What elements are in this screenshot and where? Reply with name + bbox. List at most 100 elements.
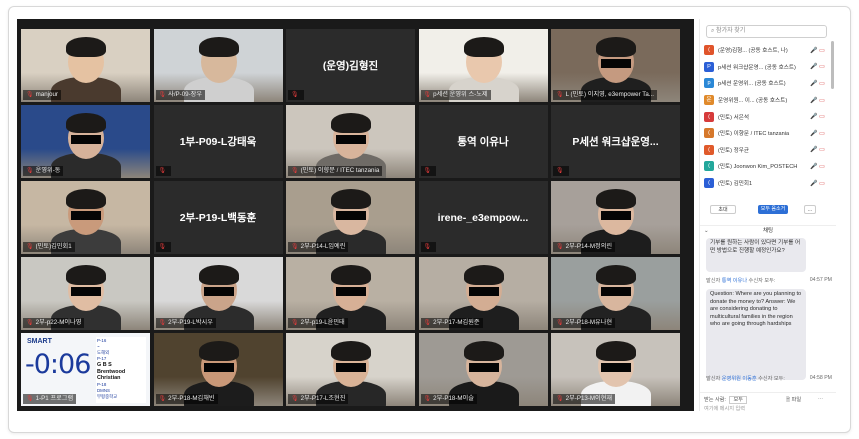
- sender-name[interactable]: 통역 이유나: [722, 278, 747, 284]
- participant-hair: [331, 265, 371, 285]
- video-tile[interactable]: 🎙 2부-P18-M이슬: [418, 333, 548, 406]
- participant-row[interactable]: ((민토) 서은석 🎤 ▭: [704, 108, 826, 125]
- participant-search-input[interactable]: ⌕ 참가자 찾기: [706, 25, 827, 38]
- video-tile[interactable]: 🎙 2부-P18-M유나현: [551, 257, 680, 330]
- participant-hair: [331, 341, 371, 361]
- participant-row[interactable]: ((민토) 이향문 / ITEC tanzania 🎤 ▭: [704, 125, 826, 142]
- video-tile[interactable]: 🎙 (민토)김민회1: [21, 181, 150, 254]
- invite-button[interactable]: 초대: [710, 205, 736, 214]
- tile-caption: 🎙: [155, 166, 172, 176]
- camera-off-icon[interactable]: ▭: [818, 163, 826, 170]
- video-tile[interactable]: 🎙 사/P-09-장우: [153, 29, 283, 102]
- video-tile[interactable]: 1부-P09-L강태욱 🎙: [153, 105, 283, 178]
- participant-row[interactable]: ((운영)김형... (공동 호스트, 나) 🎤 ▭: [704, 42, 826, 59]
- video-tile[interactable]: (운영)김형진 🎙: [286, 29, 415, 102]
- video-tile[interactable]: 🎙 2부-P14-L임예린: [286, 181, 415, 254]
- participant-row[interactable]: p p세션 운영위... (공동 호스트) 🎤 ▭: [704, 75, 826, 92]
- video-tile[interactable]: 🎙 2부-P13-M이현재: [551, 333, 680, 406]
- participant-hair: [331, 113, 371, 133]
- video-tile[interactable]: 🎙 L (민토) 이지영, e3empower Ta...: [551, 29, 680, 102]
- participant-name: (민토) 이향문 / ITEC tanzania: [718, 131, 790, 138]
- mic-muted-icon[interactable]: 🎤: [810, 130, 818, 137]
- to-selector[interactable]: 받는 사람: 모두: [704, 396, 747, 404]
- mic-muted-icon[interactable]: 🎤: [810, 47, 818, 54]
- more-options-button[interactable]: ...: [804, 205, 816, 214]
- video-tile[interactable]: 🎙 2부-p19-L윤민태: [286, 257, 415, 330]
- message-time: 04:57 PM: [809, 277, 832, 283]
- tile-caption: 🎙 (민토)김민회1: [23, 242, 75, 252]
- video-tile[interactable]: 🎙 2부-P14-M정의린: [551, 181, 680, 254]
- chat-more-button[interactable]: ⋯: [818, 396, 823, 402]
- video-tile[interactable]: 🎙 manjour: [21, 29, 150, 102]
- participant-row[interactable]: ((민토) 김민회1 🎤 ▭: [704, 175, 826, 192]
- chat-title: 채팅: [762, 228, 774, 234]
- mic-muted-icon: 🎙: [423, 92, 432, 98]
- video-tile[interactable]: 🎙 p세션 운영위 스-노제: [418, 29, 548, 102]
- mic-muted-icon[interactable]: 🎤: [810, 80, 818, 87]
- participant-name: (민토) Joonwon Kim_POSTECH: [718, 164, 798, 171]
- camera-off-icon[interactable]: ▭: [818, 180, 826, 187]
- camera-off-icon[interactable]: ▭: [818, 47, 826, 54]
- video-tile[interactable]: 🎙 2부-P18-M김채빈: [153, 333, 283, 406]
- tile-caption: 🎙: [420, 166, 437, 176]
- tile-caption: 🎙 2부-P17-L조현진: [288, 394, 349, 404]
- tile-caption: 🎙 2부-P13-M이현재: [553, 394, 616, 404]
- participant-row[interactable]: ((민토) Joonwon Kim_POSTECH 🎤 ▭: [704, 158, 826, 175]
- participant-row[interactable]: ( (민토) 정우균 🎤 ▭: [704, 142, 826, 159]
- video-tile[interactable]: 2부-P19-L백동훈 🎙: [153, 181, 283, 254]
- video-tile[interactable]: 🎙 2부-P17-L조현진: [286, 333, 415, 406]
- tile-name-label: 2부-P19-L박시우: [168, 319, 213, 326]
- tile-caption: 🎙 2부-P18-M이슬: [420, 394, 477, 404]
- video-tile[interactable]: 🎙 2부-P17-M김원준: [418, 257, 548, 330]
- participant-name: (민토) 정우균: [718, 147, 750, 154]
- file-button[interactable]: 🗎 파일: [786, 396, 801, 405]
- avatar: (: [704, 111, 714, 122]
- chevron-down-icon[interactable]: ⌄: [704, 226, 709, 237]
- participant-hair: [66, 37, 106, 57]
- camera-off-icon[interactable]: ▭: [818, 80, 826, 87]
- camera-off-icon[interactable]: ▭: [818, 130, 826, 137]
- camera-off-icon[interactable]: ▭: [818, 113, 826, 120]
- camera-off-icon[interactable]: ▭: [818, 97, 826, 104]
- participant-name: (운영)김형... (공동 호스트, 나): [718, 48, 788, 55]
- sender-name[interactable]: 운영위원 이동훈: [722, 376, 757, 382]
- mic-muted-icon: 🎙: [26, 244, 34, 250]
- video-tile[interactable]: SMART -0:06 P-16 ~ 도해외 P-17 G B S Brentwood Chr…: [21, 333, 150, 406]
- chat-message-text: Question: Where are you planning to dona…: [710, 291, 802, 327]
- mic-muted-icon[interactable]: 🎤: [810, 180, 818, 187]
- tile-caption: 🎙 운영위-동: [23, 166, 64, 176]
- message-time: 04:58 PM: [809, 375, 832, 381]
- tile-caption: 🎙: [155, 242, 172, 252]
- tile-caption: 🎙 2부-P17-M김원준: [420, 318, 483, 328]
- chat-input[interactable]: 여기에 메시지 입력: [704, 405, 745, 412]
- mute-all-button[interactable]: 모두 음소거: [758, 205, 788, 214]
- avatar: (: [704, 144, 714, 155]
- video-tile[interactable]: 🎙 2부-P19-L박시우: [153, 257, 283, 330]
- participant-hair: [463, 341, 504, 361]
- to-value[interactable]: 모두: [729, 396, 747, 404]
- video-tile[interactable]: 🎙 2부-p22-M이나영: [21, 257, 150, 330]
- video-tile[interactable]: 🎙 (민토) 이향문 / ITEC tanzania: [286, 105, 415, 178]
- mic-muted-icon[interactable]: 🎤: [810, 63, 818, 70]
- mic-muted-icon[interactable]: 🎤: [810, 146, 818, 153]
- camera-off-icon[interactable]: ▭: [818, 63, 826, 70]
- privacy-redaction: [601, 287, 631, 296]
- privacy-redaction: [468, 363, 499, 372]
- mic-muted-icon: 🎙: [26, 320, 34, 326]
- participant-hair: [198, 341, 239, 361]
- mic-muted-icon: 🎙: [556, 92, 564, 98]
- camera-off-icon[interactable]: ▭: [818, 146, 826, 153]
- participant-row[interactable]: Pp세션 워크샵운영... (공동 호스트) 🎤 ▭: [704, 59, 826, 76]
- video-tile[interactable]: P세션 워크샵운영... 🎙: [551, 105, 680, 178]
- tile-name-label: p세션 운영위 스-노제: [433, 91, 488, 98]
- participant-row[interactable]: 운 운영위원... 이... (공동 호스트) 🎤 ▭: [704, 92, 826, 109]
- mic-muted-icon[interactable]: 🎤: [810, 163, 818, 170]
- mic-muted-icon[interactable]: 🎤: [810, 113, 818, 120]
- video-tile[interactable]: 통역 이유나 🎙: [418, 105, 548, 178]
- participant-list-scrollbar[interactable]: [831, 41, 834, 89]
- video-tile[interactable]: 🎙 운영위-동: [21, 105, 150, 178]
- video-tile[interactable]: irene-_e3empow... 🎙: [418, 181, 548, 254]
- participant-display-name: P세션 워크샵운영...: [572, 136, 659, 148]
- tile-name-label: 2부-P17-L조현진: [300, 395, 346, 402]
- mic-muted-icon[interactable]: 🎤: [810, 97, 818, 104]
